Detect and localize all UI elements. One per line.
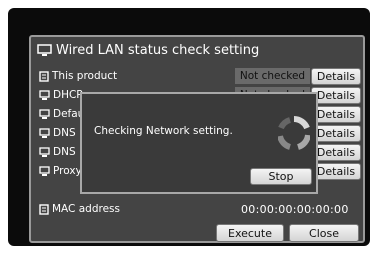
window-title-text: Wired LAN status check setting [56, 42, 260, 58]
details-button[interactable]: Details [311, 124, 361, 142]
mac-address-label-text: MAC address [52, 203, 120, 215]
network-monitor-icon [39, 108, 50, 119]
window-title: Wired LAN status check setting [37, 40, 259, 60]
close-button[interactable]: Close [289, 224, 359, 242]
mac-address-value: 00:00:00:00:00:00 [241, 202, 349, 216]
tv-screen: Wired LAN status check setting This prod… [8, 8, 370, 246]
stop-button[interactable]: Stop [250, 168, 312, 185]
network-monitor-icon [39, 146, 50, 157]
mac-address-label: MAC address [39, 203, 120, 215]
details-button[interactable]: Details [311, 105, 361, 123]
device-icon [39, 203, 49, 215]
network-monitor-icon [37, 43, 52, 56]
row-label-text: DHCP [53, 89, 83, 101]
status-badge: Not checked [235, 68, 310, 84]
details-button[interactable]: Details [311, 86, 361, 104]
progress-dialog: Checking Network setting. Stop [80, 92, 318, 194]
device-icon [39, 70, 49, 82]
dialog-message: Checking Network setting. [94, 125, 233, 137]
row-label-text: Proxy [53, 165, 82, 177]
row-label-text: DNS [53, 146, 76, 158]
row-label-text: DNS [53, 127, 76, 139]
list-item-this-product: This product Not checked Details [39, 67, 361, 85]
execute-button[interactable]: Execute [216, 224, 284, 242]
details-button[interactable]: Details [311, 162, 361, 180]
network-monitor-icon [39, 89, 50, 100]
network-monitor-icon [39, 165, 50, 176]
details-button[interactable]: Details [311, 143, 361, 161]
mac-address-row: MAC address 00:00:00:00:00:00 [39, 200, 361, 218]
row-label: This product [39, 70, 229, 82]
loading-spinner-icon [278, 116, 310, 150]
row-label-text: This product [52, 70, 118, 82]
network-monitor-icon [39, 127, 50, 138]
details-button[interactable]: Details [311, 67, 361, 85]
